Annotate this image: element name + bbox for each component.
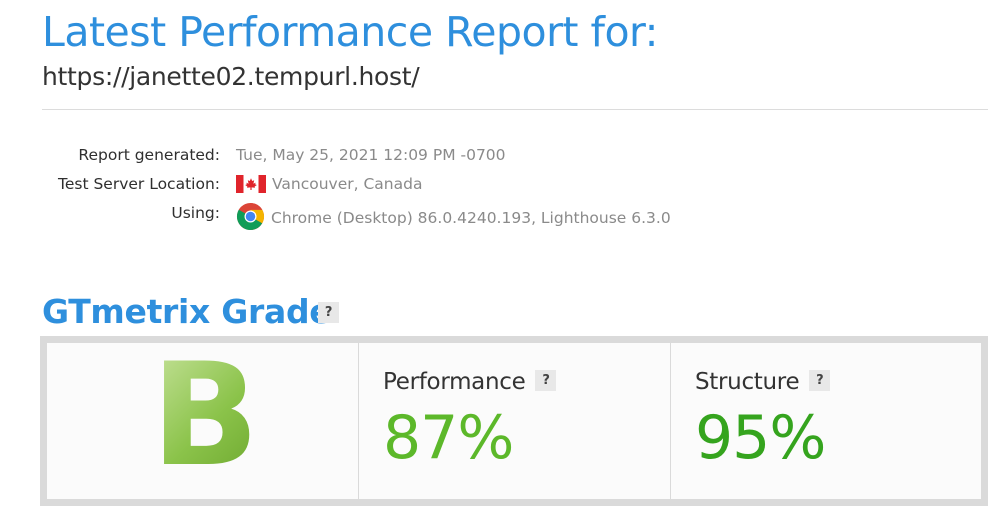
structure-label-row: Structure?: [695, 369, 831, 395]
structure-cell: Structure? 95%: [671, 343, 981, 499]
chrome-icon: [236, 202, 265, 231]
test-server-location-row: Test Server Location: Vancouver, Canada: [0, 172, 1001, 200]
test-server-location-value: Vancouver, Canada: [236, 175, 422, 193]
page-title: Latest Performance Report for:: [42, 8, 659, 56]
performance-label-row: Performance?: [383, 369, 557, 395]
using-text: Chrome (Desktop) 86.0.4240.193, Lighthou…: [271, 208, 671, 227]
performance-label: Performance: [383, 369, 526, 395]
structure-score: 95%: [695, 403, 826, 473]
performance-cell: Performance? 87%: [359, 343, 671, 499]
canada-flag-icon: [236, 175, 266, 193]
grade-letter-cell: B: [47, 343, 359, 499]
gtmetrix-grade-title: GTmetrix Grade: [42, 292, 332, 331]
using-row: Using: Chrome (Desktop) 86.0.4240.193, L…: [0, 201, 1001, 231]
report-generated-text: Tue, May 25, 2021 12:09 PM -0700: [236, 146, 506, 164]
divider: [42, 109, 988, 110]
gtmetrix-grade-heading: GTmetrix Grade ?: [42, 292, 339, 331]
test-server-location-text: Vancouver, Canada: [272, 175, 423, 193]
using-value: Chrome (Desktop) 86.0.4240.193, Lighthou…: [236, 202, 671, 231]
structure-label: Structure: [695, 369, 800, 395]
performance-help-icon[interactable]: ?: [535, 370, 557, 391]
grade-panel: B Performance? 87% Structure? 95%: [40, 336, 988, 506]
grade-help-icon[interactable]: ?: [318, 302, 339, 323]
report-page: Latest Performance Report for: https://j…: [0, 0, 1001, 518]
grade-letter: B: [151, 333, 260, 498]
performance-score: 87%: [383, 403, 514, 473]
report-generated-label: Report generated:: [78, 146, 220, 164]
using-label: Using:: [171, 204, 220, 222]
report-generated-row: Report generated: Tue, May 25, 2021 12:0…: [0, 143, 1001, 171]
report-url: https://janette02.tempurl.host/: [42, 62, 420, 91]
test-server-location-label: Test Server Location:: [58, 175, 220, 193]
structure-help-icon[interactable]: ?: [809, 370, 831, 391]
report-generated-value: Tue, May 25, 2021 12:09 PM -0700: [236, 146, 506, 164]
